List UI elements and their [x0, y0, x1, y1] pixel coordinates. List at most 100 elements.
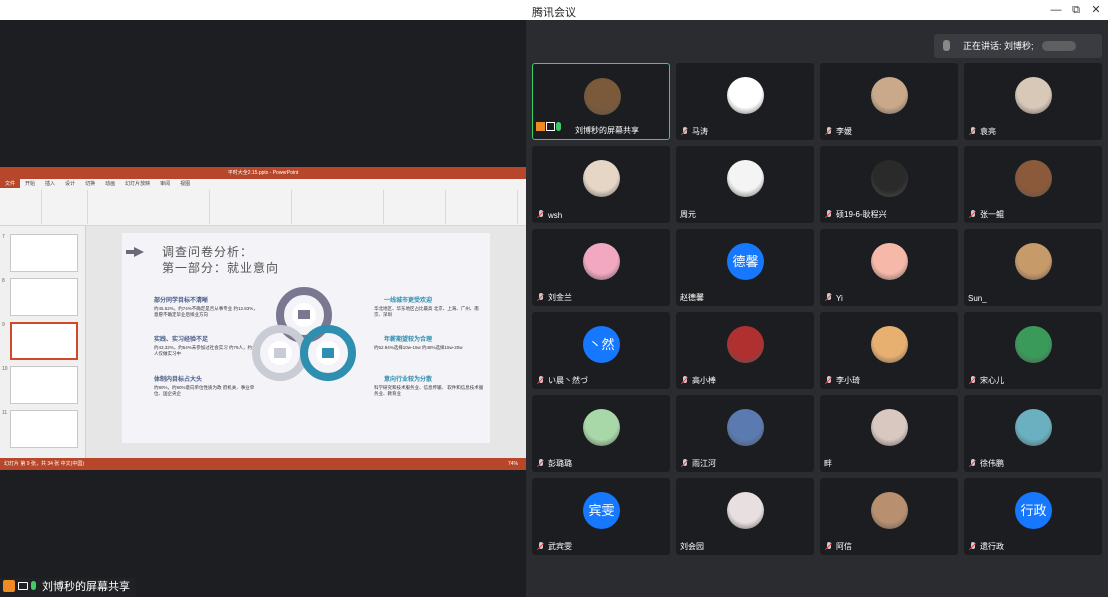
participant-name: 张一鲲 — [980, 210, 1004, 219]
participant-tile[interactable]: 彭璐璐 — [532, 395, 670, 472]
participant-name: 刘金兰 — [548, 293, 572, 302]
participant-tile[interactable]: 徐伟鹏 — [964, 395, 1102, 472]
ribbon-group — [2, 190, 42, 224]
slide-title: 调查问卷分析： — [162, 245, 254, 259]
participant-name: 袁亮 — [980, 127, 996, 136]
participant-name: 刘博秒的屏幕共享 — [575, 126, 639, 135]
mic-muted-icon — [824, 127, 833, 136]
participant-tile[interactable]: 马涛 — [676, 63, 814, 140]
right-text: 科学研究和技术服务业、信息传输、 软件和信息技术服务业、教育业 — [374, 385, 484, 396]
left-heading: 实践、实习经验不足 — [154, 337, 209, 343]
mic-muted-icon — [968, 542, 977, 551]
participant-name: 畔 — [824, 459, 832, 468]
participant-tile[interactable]: 张一鲲 — [964, 146, 1102, 223]
slide-number: 8 — [2, 278, 5, 284]
mic-muted-icon — [968, 210, 977, 219]
participant-tile[interactable]: Yi — [820, 229, 958, 306]
participant-name: 马涛 — [692, 127, 708, 136]
participant-tile[interactable]: wsh — [532, 146, 670, 223]
participant-tile[interactable]: 刘博秒的屏幕共享 — [532, 63, 670, 140]
participant-tile[interactable]: 李小琦 — [820, 312, 958, 389]
ribbon-group — [448, 190, 518, 224]
participant-tile[interactable]: 宾雯 武宾雯 — [532, 478, 670, 555]
slide-number: 10 — [2, 366, 8, 372]
mic-muted-icon — [680, 127, 689, 136]
ppt-window-title: 平时大全2.15.pptx - PowerPoint — [0, 167, 526, 179]
mic-muted-icon — [968, 127, 977, 136]
ppt-tab: 开始 — [25, 181, 36, 187]
presenter-bar: 刘博秒的屏幕共享 — [0, 578, 136, 597]
slide-number: 9 — [2, 322, 5, 328]
participant-tile[interactable]: 行政 遗行政 — [964, 478, 1102, 555]
mic-muted-icon — [536, 459, 545, 468]
slide-thumbnail — [10, 366, 78, 404]
venn-diagram — [252, 287, 356, 381]
arrow-head-icon — [134, 247, 144, 257]
participant-name: 宋心儿 — [980, 376, 1004, 385]
user-icon — [536, 122, 545, 132]
ribbon-group — [44, 190, 88, 224]
participant-tile[interactable]: 畔 — [820, 395, 958, 472]
speaking-label: 正在讲话: 刘博秒; — [963, 41, 1034, 51]
participant-name: 彭璐璐 — [548, 459, 572, 468]
title-bar: 腾讯会议 — ⧉ ✕ — [0, 0, 1108, 20]
participant-tile[interactable]: 李媛 — [820, 63, 958, 140]
minimize-button[interactable]: — — [1048, 2, 1064, 18]
avatar — [871, 409, 908, 446]
ribbon-group — [212, 190, 292, 224]
avatar — [727, 409, 764, 446]
left-heading: 体制内目标占大头 — [154, 377, 203, 383]
avatar — [727, 492, 764, 529]
mic-icon — [556, 122, 561, 132]
ppt-tab: 动画 — [105, 181, 116, 187]
avatar — [583, 243, 620, 280]
speaking-indicator: 正在讲话: 刘博秒; — [934, 34, 1102, 58]
shared-screen-panel: 平时大全2.15.pptx - PowerPoint 文件 开始 插入 设计 切换 动画幻… — [0, 20, 526, 597]
participant-tile[interactable]: Sun_ — [964, 229, 1102, 306]
slide-thumbnails: 7 8 9 10 11 — [0, 226, 86, 458]
mic-muted-icon — [968, 376, 977, 385]
ppt-status-bar: 幻灯片 第 9 张，共 34 张 中文(中国) 74% — [0, 458, 526, 470]
participant-tile[interactable]: 袁亮 — [964, 63, 1102, 140]
ppt-ribbon-tabs: 文件 开始 插入 设计 切换 动画 幻灯片放映 审阅 视图 — [0, 179, 526, 188]
mic-icon — [943, 40, 950, 51]
avatar — [871, 492, 908, 529]
right-text: 约52.94%选择10w-15w 约48%选择15w-20w — [374, 345, 463, 350]
ribbon-group — [294, 190, 384, 224]
right-heading: 年薪期望较为合理 — [384, 337, 433, 343]
participant-name: wsh — [548, 211, 563, 220]
participant-tile[interactable]: 高小棒 — [676, 312, 814, 389]
participant-name: 赵德馨 — [680, 293, 704, 302]
close-button[interactable]: ✕ — [1088, 2, 1104, 18]
blurred-name — [1042, 41, 1076, 51]
participant-name: 雨江河 — [692, 459, 716, 468]
participant-tile[interactable]: 丶然 い晨丶然づ — [532, 312, 670, 389]
building-glyph — [298, 310, 310, 319]
participant-tile[interactable]: 刘金兰 — [532, 229, 670, 306]
participant-tile[interactable]: 阿信 — [820, 478, 958, 555]
ppt-tab: 设计 — [65, 181, 76, 187]
maximize-button[interactable]: ⧉ — [1068, 2, 1084, 18]
participant-tile[interactable]: 雨江河 — [676, 395, 814, 472]
avatar — [727, 160, 764, 197]
avatar — [727, 326, 764, 363]
participant-tile[interactable]: 硕19-6-耿程兴 — [820, 146, 958, 223]
right-heading: 意向行业较为分散 — [384, 377, 433, 383]
share-status-icons — [536, 118, 562, 136]
participant-name: Yi — [836, 294, 843, 303]
ppt-ribbon — [0, 188, 526, 226]
participant-name: 高小棒 — [692, 376, 716, 385]
screen-share-icon — [546, 122, 555, 132]
participant-name: 刘会园 — [680, 542, 704, 551]
participant-tile[interactable]: 宋心儿 — [964, 312, 1102, 389]
participant-tile[interactable]: 刘会园 — [676, 478, 814, 555]
ribbon-group — [386, 190, 446, 224]
zoom-level: 74% — [507, 461, 518, 467]
ppt-tab: 文件 — [0, 179, 21, 188]
avatar-initials: 德馨 — [727, 243, 764, 280]
participant-tile[interactable]: 周元 — [676, 146, 814, 223]
participant-tile[interactable]: 德馨赵德馨 — [676, 229, 814, 306]
mic-muted-icon — [824, 376, 833, 385]
participant-name: 周元 — [680, 210, 696, 219]
mic-icon — [31, 581, 36, 590]
